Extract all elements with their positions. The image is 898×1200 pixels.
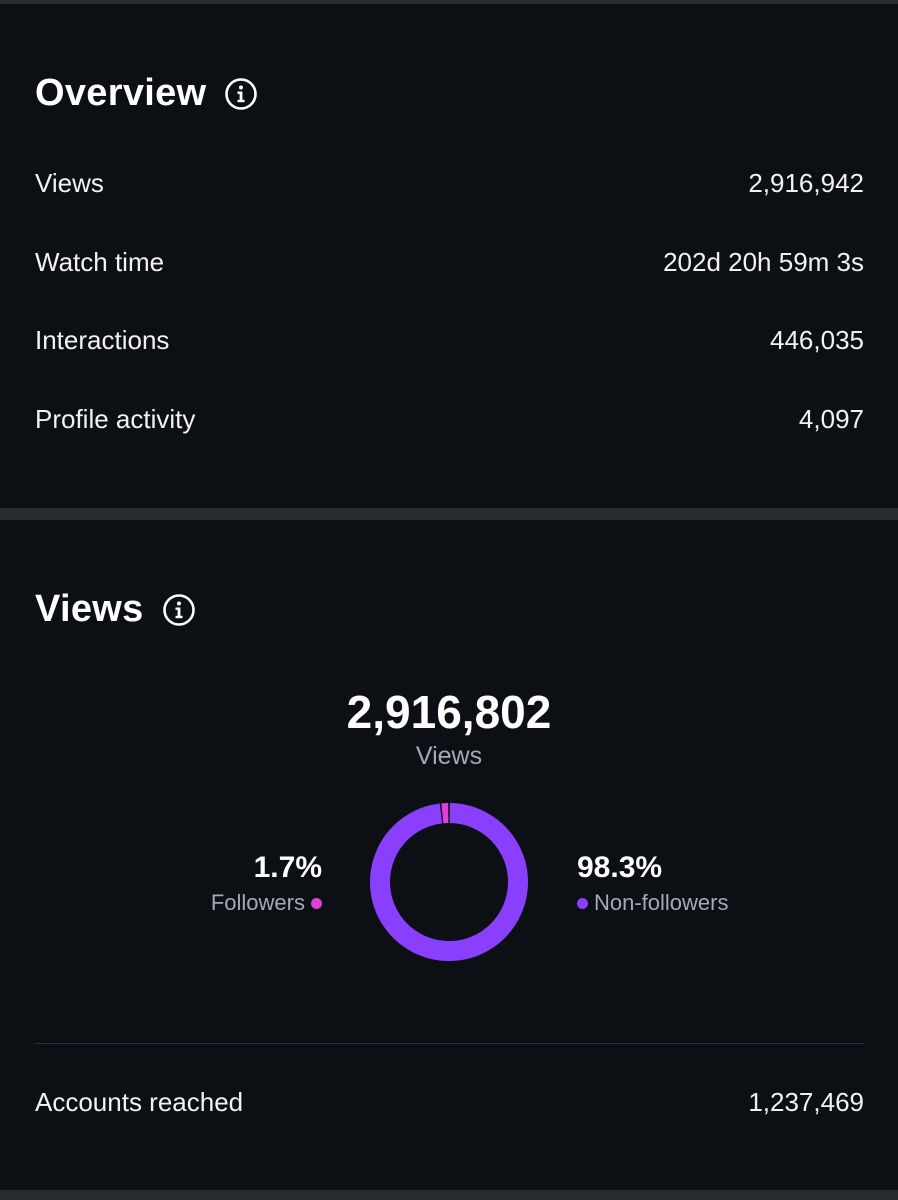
followers-percent: 1.7%: [253, 851, 322, 884]
non-followers-arc: [370, 803, 528, 961]
overview-row-interactions: Interactions 446,035: [35, 320, 864, 360]
views-title: Views: [35, 588, 144, 630]
row-label: Watch time: [35, 246, 165, 277]
overview-row-profile-activity: Profile activity 4,097: [35, 399, 864, 439]
overview-header: Overview: [35, 72, 258, 115]
info-icon[interactable]: [162, 593, 196, 627]
overview-row-views: Views 2,916,942: [35, 163, 864, 203]
accounts-reached-value: 1,237,469: [748, 1086, 864, 1117]
followers-label: Followers: [210, 890, 305, 915]
non-followers-dot: [577, 897, 588, 909]
overview-row-watch-time: Watch time 202d 20h 59m 3s: [35, 242, 864, 282]
row-value: 2,916,942: [748, 167, 864, 198]
followers-stat: 1.7% Followers: [211, 850, 322, 916]
followers-legend: Followers: [211, 890, 322, 916]
info-icon[interactable]: [224, 77, 258, 111]
overview-card: Overview Views 2,916,942 Watch time 202d…: [0, 4, 898, 508]
total-views-number: 2,916,802: [346, 686, 552, 738]
total-views-caption: Views: [415, 742, 483, 770]
followers-dot: [311, 897, 322, 909]
row-value: 446,035: [770, 324, 864, 355]
views-header: Views: [35, 588, 196, 631]
row-value: 202d 20h 59m 3s: [663, 246, 864, 277]
followers-donut-chart: [370, 803, 528, 961]
non-followers-percent: 98.3%: [577, 851, 663, 884]
non-followers-label: Non-followers: [594, 890, 729, 915]
non-followers-stat: 98.3% Non-followers: [577, 850, 729, 916]
row-label: Profile activity: [35, 403, 196, 434]
accounts-reached-row: Accounts reached 1,237,469: [35, 1082, 864, 1122]
row-label: Interactions: [35, 324, 170, 355]
non-followers-legend: Non-followers: [577, 890, 729, 916]
divider: [35, 1043, 864, 1044]
views-card: Views 2,916,802 Views 1.7% Followers 98.…: [0, 520, 898, 1190]
row-value: 4,097: [798, 403, 864, 434]
accounts-reached-label: Accounts reached: [35, 1086, 244, 1117]
row-label: Views: [35, 167, 104, 198]
overview-title: Overview: [35, 72, 207, 114]
